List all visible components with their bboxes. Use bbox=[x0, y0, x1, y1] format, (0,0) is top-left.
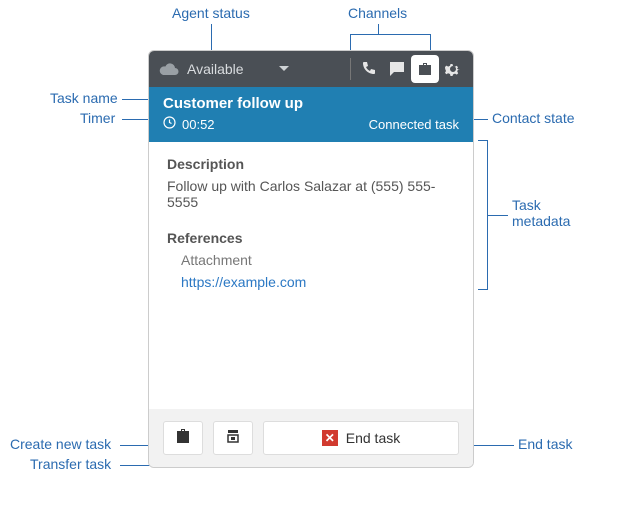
transfer-task-button[interactable] bbox=[213, 421, 253, 455]
ccp-panel: Available Customer follow up 00:52 bbox=[148, 50, 474, 468]
task-header: Customer follow up 00:52 Connected task bbox=[149, 87, 473, 142]
attachment-label: Attachment bbox=[181, 252, 455, 268]
ann-contact-state: Contact state bbox=[492, 110, 575, 126]
ann-line bbox=[122, 119, 150, 120]
agent-status-label: Available bbox=[187, 61, 244, 77]
description-text: Follow up with Carlos Salazar at (555) 5… bbox=[167, 178, 455, 210]
clock-icon bbox=[163, 116, 176, 132]
create-task-button[interactable] bbox=[163, 421, 203, 455]
references-label: References bbox=[167, 230, 455, 246]
ann-line bbox=[474, 119, 488, 120]
ann-line bbox=[350, 34, 430, 35]
contact-state: Connected task bbox=[369, 117, 459, 132]
task-name: Customer follow up bbox=[163, 95, 459, 112]
channel-task[interactable] bbox=[411, 55, 439, 83]
channel-chat[interactable] bbox=[383, 55, 411, 83]
agent-status-selector[interactable]: Available bbox=[159, 60, 290, 78]
task-timer: 00:52 bbox=[163, 116, 215, 132]
description-label: Description bbox=[167, 156, 455, 172]
briefcase-icon bbox=[175, 429, 191, 448]
ann-create-new-task: Create new task bbox=[10, 436, 111, 452]
topbar: Available bbox=[149, 51, 473, 87]
ann-line bbox=[211, 24, 212, 52]
separator bbox=[350, 58, 351, 80]
ann-timer: Timer bbox=[80, 110, 115, 126]
attachment-link[interactable]: https://example.com bbox=[181, 274, 455, 290]
ann-channels: Channels bbox=[348, 5, 407, 21]
ann-line bbox=[122, 99, 150, 100]
end-task-label: End task bbox=[346, 430, 400, 446]
close-icon: ✕ bbox=[322, 430, 338, 446]
ann-task-metadata: Task metadata bbox=[512, 197, 570, 229]
ann-line bbox=[488, 215, 508, 216]
ann-task-name: Task name bbox=[50, 90, 118, 106]
ann-bracket bbox=[478, 140, 488, 290]
channel-voice[interactable] bbox=[355, 55, 383, 83]
ann-end-task: End task bbox=[518, 436, 572, 452]
cloud-icon bbox=[159, 62, 179, 76]
ann-agent-status: Agent status bbox=[172, 5, 250, 21]
settings-button[interactable] bbox=[439, 55, 467, 83]
task-timer-value: 00:52 bbox=[182, 117, 215, 132]
chevron-down-icon bbox=[278, 60, 290, 78]
task-footer: ✕ End task bbox=[149, 409, 473, 467]
task-body: Description Follow up with Carlos Salaza… bbox=[149, 142, 473, 409]
end-task-button[interactable]: ✕ End task bbox=[263, 421, 459, 455]
transfer-icon bbox=[225, 428, 241, 449]
ann-transfer-task: Transfer task bbox=[30, 456, 111, 472]
ann-line bbox=[378, 24, 379, 34]
